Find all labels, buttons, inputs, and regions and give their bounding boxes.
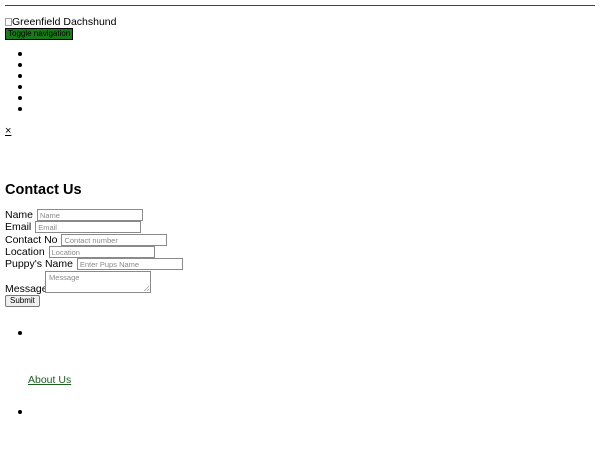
nav-item[interactable] xyxy=(0,49,40,60)
submit-button[interactable]: Submit xyxy=(5,295,40,307)
nav-menu xyxy=(0,49,40,115)
close-menu-icon[interactable]: × xyxy=(5,125,11,137)
site-logo[interactable]: Greenfield Dachshund xyxy=(5,17,116,28)
footer-bullet-icon xyxy=(18,331,22,335)
footer-bullet-icon xyxy=(18,410,22,414)
puppy-name-label: Puppy's Name xyxy=(5,258,73,270)
location-row: Location xyxy=(5,246,155,258)
message-label: Message xyxy=(5,283,48,295)
bullet-icon xyxy=(18,52,22,56)
about-us-link[interactable]: About Us xyxy=(28,375,71,386)
name-label: Name xyxy=(5,209,34,221)
email-row: Email xyxy=(5,221,142,233)
puppy-name-input[interactable] xyxy=(76,258,183,270)
header-divider xyxy=(5,5,595,6)
resize-grip-icon[interactable] xyxy=(144,286,149,291)
contact-label: Contact No xyxy=(5,234,58,246)
page: Greenfield Dachshund Toggle navigation ×… xyxy=(0,0,600,450)
contact-row: Contact No xyxy=(5,234,168,246)
logo-alt-text: Greenfield Dachshund xyxy=(12,16,117,28)
nav-item[interactable] xyxy=(0,82,40,93)
bullet-icon xyxy=(18,96,22,100)
location-label: Location xyxy=(5,246,45,258)
bullet-icon xyxy=(18,74,22,78)
message-textarea[interactable] xyxy=(45,271,151,293)
name-input[interactable] xyxy=(36,209,143,221)
email-label: Email xyxy=(5,221,32,233)
nav-item[interactable] xyxy=(0,104,40,115)
toggle-navigation-button[interactable]: Toggle navigation xyxy=(5,28,74,40)
bullet-icon xyxy=(18,107,22,111)
email-input[interactable] xyxy=(35,221,142,233)
bullet-icon xyxy=(18,63,22,67)
puppy-row: Puppy's Name xyxy=(5,258,183,270)
name-row: Name xyxy=(5,209,143,221)
contact-number-input[interactable] xyxy=(61,234,168,246)
page-title: Contact Us xyxy=(5,182,82,198)
broken-image-icon xyxy=(5,18,12,26)
bullet-icon xyxy=(18,85,22,89)
location-input[interactable] xyxy=(48,246,155,258)
nav-item[interactable] xyxy=(0,60,40,71)
nav-item[interactable] xyxy=(0,71,40,82)
nav-item[interactable] xyxy=(0,93,40,104)
